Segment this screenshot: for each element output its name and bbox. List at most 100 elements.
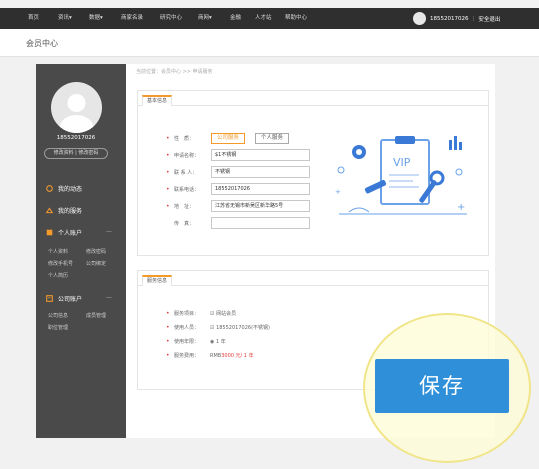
sidebar-item-personal-account[interactable]: 个人账户 <box>46 228 82 237</box>
name-input[interactable]: $1不锈钢 <box>211 149 310 161</box>
card-divider <box>138 285 488 286</box>
avatar[interactable] <box>413 12 426 25</box>
nav-shop-label: 商网 <box>198 15 210 21</box>
collapse-icon[interactable]: — <box>106 228 112 235</box>
sidebar-item-company-account[interactable]: 公司账户 <box>46 294 82 303</box>
sidebar-sub-company-bind[interactable]: 公司绑定 <box>86 260 106 267</box>
vip-label: VIP <box>393 156 411 169</box>
required-mark: • <box>166 134 170 142</box>
form-row-fax: 传 真： <box>166 217 310 229</box>
chevron-down-icon: ▾ <box>100 15 103 21</box>
nav-data[interactable]: 数据▾ <box>89 14 103 23</box>
logout-link[interactable]: 安全退出 <box>478 15 500 23</box>
field-label: 服务费用： <box>174 353 200 359</box>
contact-input[interactable]: 不锈钢 <box>211 166 310 178</box>
sidebar-item-activity[interactable]: 我的动态 <box>46 184 82 193</box>
sidebar-sub-password[interactable]: 修改密码 <box>86 248 106 255</box>
user-silhouette-icon <box>59 94 94 133</box>
sidebar-sub-jobs[interactable]: 职位管理 <box>48 324 68 331</box>
sidebar-sub-company-info[interactable]: 公司信息 <box>48 312 68 319</box>
service-fee-prefix: RMB <box>210 352 222 359</box>
field-label: 服务项目： <box>174 311 200 317</box>
chart-icon <box>449 136 462 150</box>
card-divider <box>138 105 488 106</box>
service-row-fee: • 服务费用： RMB 3000 元/ 1 年 <box>166 352 254 359</box>
field-label: 联 系 人： <box>174 169 198 176</box>
service-row-years: • 使用年限： ◉ 1 年 <box>166 338 226 345</box>
option-personal-service[interactable]: 个人服务 <box>255 132 290 144</box>
page-title: 会员中心 <box>26 39 58 48</box>
user-menu: 18552017026 | 安全退出 <box>413 12 500 25</box>
required-mark: • <box>166 310 170 317</box>
service-years-radio[interactable]: ◉ 1 年 <box>210 338 226 345</box>
service-row-user: • 使用人员： ☑ 18552017026(不锈钢) <box>166 324 270 331</box>
form-row-phone: • 联系电话： 18552017026 <box>166 183 310 195</box>
required-mark: • <box>166 185 170 193</box>
sidebar-item-label: 我的服务 <box>58 208 83 215</box>
sidebar-item-service[interactable]: 我的服务 <box>46 206 82 215</box>
sidebar-sub-resume[interactable]: 个人简历 <box>48 272 68 279</box>
top-navigation-bar: 首页 资讯▾ 数据▾ 商家名录 研究中心 商网▾ 金融 人才站 帮助中心 185… <box>0 8 539 29</box>
required-mark: • <box>166 352 170 359</box>
service-icon <box>46 207 53 214</box>
nav-news-label: 资讯 <box>58 15 70 21</box>
field-label: 联系电话： <box>174 186 200 193</box>
tab-basic-info[interactable]: 基本信息 <box>142 95 173 106</box>
nav-separator: | <box>472 15 475 22</box>
sidebar-item-label: 公司账户 <box>58 296 83 303</box>
nav-news[interactable]: 资讯▾ <box>58 14 72 23</box>
chevron-down-icon: ▾ <box>209 15 212 21</box>
profile-links[interactable]: 修改资料 | 修改密码 <box>44 148 108 159</box>
field-label: 传 真： <box>174 220 195 227</box>
person-account-icon <box>46 229 53 236</box>
nav-help[interactable]: 帮助中心 <box>285 14 307 23</box>
sidebar-sub-members[interactable]: 成员管理 <box>86 312 106 319</box>
clipboard-icon: VIP <box>380 136 430 205</box>
form-row-name: • 申请名称： $1不锈钢 <box>166 149 310 161</box>
nav-data-label: 数据 <box>89 15 101 21</box>
fax-input[interactable] <box>211 217 310 229</box>
svg-text:+: + <box>457 202 465 213</box>
phone-input[interactable]: 18552017026 <box>211 183 310 195</box>
save-button[interactable]: 保存 <box>375 359 509 413</box>
address-input[interactable]: 江苏省无锡市新吴区新华路5号 <box>211 200 310 212</box>
nav-talent[interactable]: 人才站 <box>255 14 272 23</box>
service-row-item: • 服务项目： ☑ 网站会员 <box>166 310 236 317</box>
nav-finance[interactable]: 金融 <box>230 14 241 23</box>
field-label: 性 质： <box>174 135 195 142</box>
service-fee-value: 3000 元/ 1 年 <box>221 353 254 359</box>
field-label: 使用年限： <box>174 339 200 345</box>
sidebar-phone: 18552017026 <box>56 135 96 141</box>
field-label: 申请名称： <box>174 152 200 159</box>
nav-shop[interactable]: 商网▾ <box>198 14 212 23</box>
collapse-icon[interactable]: — <box>106 294 112 301</box>
user-phone[interactable]: 18552017026 <box>430 16 469 22</box>
gear-icon <box>352 145 366 159</box>
nav-home[interactable]: 首页 <box>28 14 39 23</box>
tab-service-info[interactable]: 服务信息 <box>142 275 173 286</box>
nav-research[interactable]: 研究中心 <box>160 14 182 23</box>
service-item-checkbox[interactable]: ☑ 网站会员 <box>210 310 236 317</box>
required-mark: • <box>166 168 170 176</box>
field-label: 地 址： <box>174 203 195 210</box>
nav-directory[interactable]: 商家名录 <box>121 14 143 23</box>
activity-icon <box>46 185 53 192</box>
vip-illustration: + + VIP <box>335 136 467 215</box>
form-row-type: • 性 质： 公司服务 个人服务 <box>166 132 299 144</box>
svg-text:+: + <box>335 188 341 196</box>
required-mark: • <box>166 324 170 331</box>
required-mark: • <box>166 202 170 210</box>
sidebar-sub-phone[interactable]: 修改手机号 <box>48 260 73 267</box>
form-row-address: • 地 址： 江苏省无锡市新吴区新华路5号 <box>166 200 310 212</box>
sidebar-sub-profile[interactable]: 个人资料 <box>48 248 68 255</box>
sidebar: 18552017026 修改资料 | 修改密码 我的动态 我的服务 个人账户 —… <box>36 64 126 438</box>
required-mark: • <box>166 338 170 345</box>
breadcrumb: 当前位置：会员中心 >> 申请服务 <box>136 69 213 75</box>
service-user-checkbox[interactable]: ☑ 18552017026(不锈钢) <box>210 324 270 331</box>
sidebar-item-label: 我的动态 <box>58 186 83 193</box>
option-company-service[interactable]: 公司服务 <box>211 132 246 144</box>
chevron-down-icon: ▾ <box>69 15 72 21</box>
page-header: 会员中心 <box>0 29 539 57</box>
avatar[interactable] <box>51 82 102 133</box>
field-label: 使用人员： <box>174 325 200 331</box>
